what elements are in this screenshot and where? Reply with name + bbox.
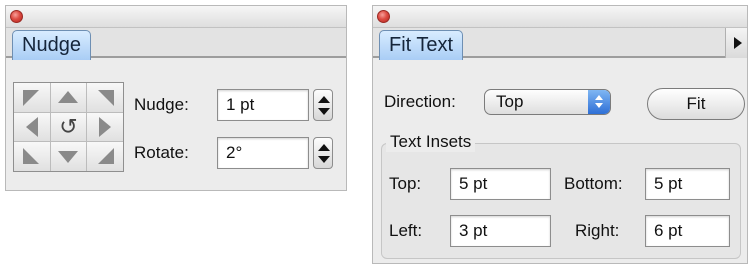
direction-label: Direction: [384, 92, 456, 111]
fit-text-tabstrip: Fit Text [373, 28, 747, 60]
fit-text-panel: Fit Text Direction: Top Fit Text Insets … [372, 5, 748, 264]
bottom-inset-label: Bottom: [564, 174, 623, 193]
nudge-up-button[interactable] [50, 83, 87, 112]
nudge-up-left-button[interactable] [14, 83, 50, 112]
stepper-up-icon [318, 144, 330, 151]
nudge-amount-field[interactable]: 1 pt [217, 89, 309, 121]
arrow-up-left-icon [23, 90, 39, 106]
panel-menu-button[interactable] [725, 28, 747, 58]
nudge-right-button[interactable] [87, 112, 123, 142]
tab-fit-text[interactable]: Fit Text [379, 30, 464, 60]
right-inset-field[interactable]: 6 pt [645, 215, 730, 247]
top-inset-field[interactable]: 5 pt [450, 168, 551, 200]
fit-text-panel-titlebar [373, 6, 747, 28]
nudge-tabstrip: Nudge [6, 28, 346, 60]
arrow-left-icon [25, 116, 38, 137]
nudge-down-right-button[interactable] [87, 142, 123, 171]
rotate-label: Rotate: [134, 143, 189, 162]
close-icon[interactable] [10, 10, 23, 23]
nudge-label: Nudge: [134, 95, 189, 114]
select-arrows-icon [588, 90, 610, 114]
rotate-icon: ↺ [59, 114, 78, 140]
bottom-inset-field[interactable]: 5 pt [645, 168, 730, 200]
left-inset-label: Left: [389, 221, 423, 240]
rotate-button[interactable]: ↺ [50, 112, 87, 142]
arrow-down-left-icon [23, 147, 39, 164]
right-inset-label: Right: [575, 221, 620, 240]
triangle-right-icon [734, 37, 742, 49]
nudge-stepper[interactable] [313, 89, 333, 121]
tab-nudge[interactable]: Nudge [12, 30, 91, 60]
nudge-down-button[interactable] [50, 142, 87, 171]
arrow-up-icon [58, 91, 79, 104]
arrow-right-icon [99, 116, 112, 137]
nudge-direction-grid: ↺ [13, 82, 124, 172]
stepper-down-icon [318, 156, 330, 163]
arrow-up-right-icon [98, 90, 114, 106]
text-insets-title: Text Insets [386, 132, 476, 152]
nudge-panel-titlebar [6, 6, 346, 28]
stepper-down-icon [318, 108, 330, 115]
nudge-down-left-button[interactable] [14, 142, 50, 171]
stepper-up-icon [318, 96, 330, 103]
left-inset-field[interactable]: 3 pt [450, 215, 551, 247]
top-inset-label: Top: [389, 174, 422, 193]
nudge-left-button[interactable] [14, 112, 50, 142]
arrow-down-right-icon [98, 147, 114, 164]
close-icon[interactable] [377, 10, 390, 23]
rotate-stepper[interactable] [313, 137, 333, 169]
nudge-up-right-button[interactable] [87, 83, 123, 112]
nudge-panel: Nudge ↺ Nudge: 1 pt Rotate: 2° [5, 5, 347, 191]
arrow-down-icon [58, 150, 79, 163]
direction-select[interactable]: Top [484, 89, 611, 115]
direction-select-value: Top [496, 92, 524, 111]
fit-button[interactable]: Fit [647, 88, 745, 120]
rotate-amount-field[interactable]: 2° [217, 137, 309, 169]
